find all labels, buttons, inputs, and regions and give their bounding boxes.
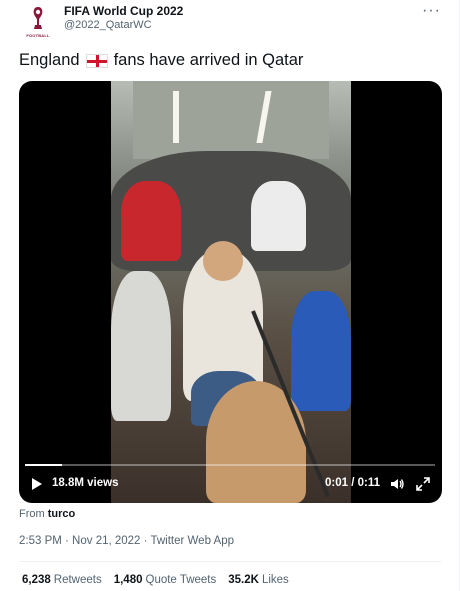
tweet-text-after: fans have arrived in Qatar — [113, 51, 304, 69]
tweet-card: FOOTBALL FIFA World Cup 2022 @2022_Qatar… — [0, 0, 460, 591]
video-source: From turco — [19, 508, 75, 520]
tweet-text-before: England — [19, 51, 80, 69]
video-views: 18.8M views — [52, 477, 119, 489]
video-progress-bar[interactable] — [25, 464, 435, 466]
tweet-text: England fans have arrived in Qatar — [19, 51, 303, 70]
avatar[interactable]: FOOTBALL — [18, 2, 58, 42]
fan-white-shirt — [251, 181, 306, 251]
fan-left — [111, 271, 171, 421]
source-name-link[interactable]: turco — [48, 508, 76, 520]
ceiling-light — [173, 91, 179, 143]
source-prefix: From — [19, 508, 45, 520]
tweet-timestamp[interactable]: 2:53 PM · Nov 21, 2022 · Twitter Web App — [19, 535, 234, 547]
stat-retweets[interactable]: 6,238 Retweets — [22, 574, 102, 586]
video-controls: 18.8M views 0:01 / 0:11 — [19, 475, 442, 497]
volume-icon[interactable] — [389, 476, 405, 492]
video-frame — [111, 81, 351, 503]
author-name[interactable]: FIFA World Cup 2022 — [64, 4, 183, 18]
video-player[interactable]: 18.8M views 0:01 / 0:11 — [19, 81, 442, 503]
play-icon[interactable] — [31, 477, 43, 491]
avatar-text: FOOTBALL — [26, 33, 50, 38]
tweet-stats: 6,238 Retweets 1,480 Quote Tweets 35.2K Lik… — [22, 574, 289, 586]
divider — [19, 561, 442, 562]
fullscreen-icon[interactable] — [415, 476, 431, 492]
more-icon[interactable]: ··· — [422, 2, 441, 20]
video-progress-fill — [25, 464, 62, 466]
stat-quote-tweets[interactable]: 1,480 Quote Tweets — [114, 574, 217, 586]
stat-likes[interactable]: 35.2K Likes — [228, 574, 289, 586]
fan-blue-shirt — [291, 291, 351, 411]
fan-center-head — [203, 241, 243, 281]
author-handle[interactable]: @2022_QatarWC — [64, 18, 183, 32]
video-time: 0:01 / 0:11 — [325, 477, 380, 489]
world-cup-trophy-icon — [33, 7, 43, 29]
fan-red-shirt — [121, 181, 181, 261]
author-block: FIFA World Cup 2022 @2022_QatarWC — [64, 4, 183, 32]
escalator-ceiling — [133, 81, 329, 159]
england-flag-icon — [85, 53, 108, 68]
